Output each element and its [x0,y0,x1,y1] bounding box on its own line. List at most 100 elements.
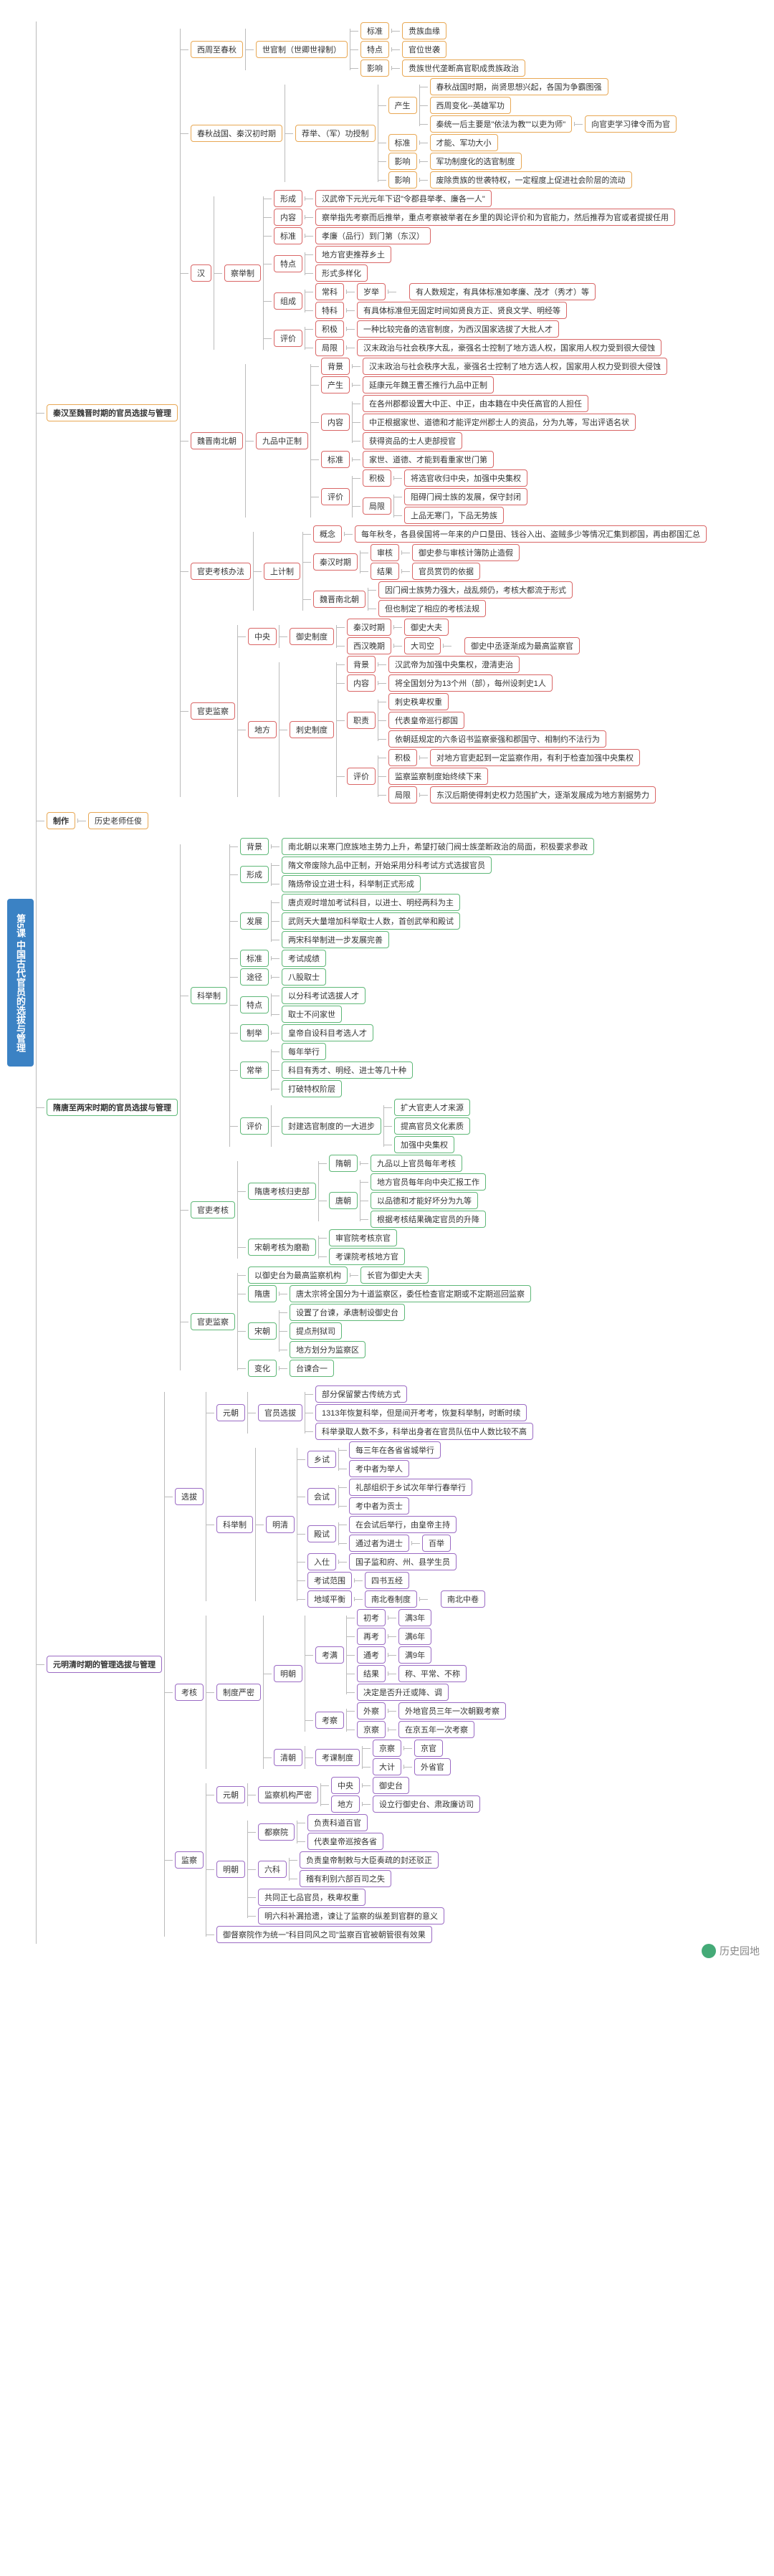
node-leaf: 以分科考试选拔人才 [282,987,366,1004]
node-label: 九品中正制 [256,432,308,449]
node-label: 秦汉时期 [347,619,391,636]
node-leaf: 在会试后举行，由皇帝主持 [349,1516,457,1533]
node-label: 评价 [274,330,302,347]
node-label: 结果 [357,1665,386,1682]
node-label: 特点 [240,996,269,1013]
node-label: 积极 [315,320,344,338]
node-leaf: 封建选官制度的一大进步 [282,1117,381,1135]
node-label: 上计制 [264,563,300,580]
node-leaf: 决定是否升迁或降、调 [357,1684,449,1701]
node-label: 考满 [315,1646,344,1664]
node-leaf: 秦统一后主要是"依法为教""以吏为师" [430,115,573,133]
node-leaf: 在各州郡都设置大中正、中正，由本籍在中央任高官的人担任 [363,395,588,412]
logo-icon [702,1944,716,1958]
node-leaf: 将全国划分为13个州（部），每州设刺史1人 [388,674,553,692]
node-leaf: 岁举 [357,283,386,300]
node-leaf: 地方划分为监察区 [290,1341,366,1358]
node-leaf: 西周变化--英雄军功 [430,97,511,114]
node-tail: 长官为御史大夫 [360,1266,429,1284]
node-label: 形成 [240,866,269,883]
node-leaf: 汉末政治与社会秩序大乱，豪强名士控制了地方选人权，国家用人权力受到很大侵蚀 [357,339,661,356]
node-leaf: 以御史台为最高监察机构 [248,1266,348,1284]
node-tail: 御史中丞逐渐成为最高监察官 [464,637,580,654]
node-leaf: 家世、道德、才能到看重家世门第 [363,451,494,468]
node-leaf: 外省官 [414,1758,451,1775]
node-label: 京察 [357,1721,386,1738]
node-leaf: 废除贵族的世袭特权，一定程度上促进社会阶层的流动 [430,171,632,189]
node-leaf: 皇帝自设科目考选人才 [282,1024,373,1041]
node-leaf: 形式多样化 [315,264,368,282]
node-leaf: 代表皇帝巡行郡国 [388,712,464,729]
node-label: 局限 [315,339,344,356]
node-label: 制度严密 [216,1684,261,1701]
node-label: 标准 [321,451,350,468]
node-label: 官吏监察 [191,1313,235,1330]
node-leaf: 御史大夫 [404,619,449,636]
node-label: 考课制度 [315,1749,360,1766]
node-label: 会试 [307,1488,336,1505]
node-label: 地方 [248,721,277,738]
node-leaf: 四书五经 [365,1572,409,1589]
node-leaf: 考中者为举人 [349,1460,409,1477]
node-label: 科举制 [191,987,227,1004]
node-label: 局限 [363,497,391,515]
node-leaf: 上品无寒门，下品无势族 [404,507,504,524]
node-label: 都察院 [258,1823,295,1841]
node-label: 明朝 [274,1665,302,1682]
node-label: 科举制 [216,1516,253,1533]
node-label: 审核 [371,544,399,561]
watermark-text: 历史园地 [720,1944,760,1958]
node-leaf: 获得资品的士人吏部授官 [363,432,462,449]
node-leaf: 明六科补漏拾遗，谏让了监察的纵差到官群的意义 [258,1907,444,1924]
node-leaf: 通过者为进士 [349,1535,409,1552]
node-leaf: 中正根据家世、道德和才能评定州郡士人的资品，分为九等，写出评语名状 [363,414,636,431]
node-label: 途径 [240,968,269,986]
node-label: 地域平衡 [307,1590,352,1608]
node-leaf: 国子监和府、州、县学生员 [349,1553,457,1570]
node-leaf: 共同正七品官员，秩卑权重 [258,1889,366,1906]
node-leaf: 贵族血缘 [402,22,446,39]
node-leaf: 九品以上官员每年考核 [371,1155,462,1172]
mindmap-container: 第5课 中国古代官员的选拔与管理 秦汉至魏晋时期的官员选拔与管理西周至春秋世官制… [0,0,774,1965]
node-leaf: 军功制度化的选官制度 [430,153,522,170]
node-label: 制举 [240,1024,269,1041]
node-leaf: 延康元年魏王曹丕推行九品中正制 [363,376,494,393]
node-leaf: 考试成绩 [282,950,326,967]
node-tail: 向官吏学习律令而为官 [585,115,677,133]
node-label: 职责 [347,712,376,729]
node-label: 魏晋南北朝 [313,591,366,608]
node-label: 局限 [388,786,417,803]
node-label: 考核 [175,1684,204,1701]
node-leaf: 才能、军功大小 [430,134,498,151]
node-label: 内容 [321,414,350,431]
node-leaf: 考课院考核地方官 [329,1248,405,1265]
node-label: 标准 [274,227,302,244]
node-leaf: 提点刑狱司 [290,1322,342,1340]
node-tail: 百举 [422,1535,451,1552]
node-leaf: 因门阀士族势力强大，战乱频仍，考核大都流于形式 [378,581,573,598]
section-leaf: 历史老师任俊 [88,812,148,829]
node-leaf: 部分保留蒙古传统方式 [315,1385,407,1403]
node-leaf: 但也制定了相应的考核法规 [378,600,486,617]
node-label: 形成 [274,190,302,207]
node-leaf: 南北卷制度 [365,1590,417,1608]
node-leaf: 御督察院作为统一"科目同风之司"监察百官被朝管很有效果 [216,1926,432,1943]
node-leaf: 审官院考核京官 [329,1229,397,1246]
node-leaf: 唐太宗将全国分为十道监察区，委任检查官定期或不定期巡回监察 [290,1285,531,1302]
node-tail: 南北中卷 [441,1590,485,1608]
node-label: 西周至春秋 [191,41,243,58]
node-label: 再考 [357,1628,386,1645]
node-label: 宋朝考核为磨勘 [248,1239,316,1256]
section-title: 秦汉至魏晋时期的官员选拔与管理 [47,404,178,421]
node-leaf: 科目有秀才、明经、进士等几十种 [282,1062,413,1079]
node-leaf: 扩大官吏人才来源 [394,1099,470,1116]
node-label: 常举 [240,1062,269,1079]
node-label: 外察 [357,1702,386,1719]
main-tree: 秦汉至魏晋时期的官员选拔与管理西周至春秋世官制（世卿世禄制）标准贵族血缘特点官位… [36,14,707,1951]
node-leaf: 刺史秩卑权重 [388,693,449,710]
node-leaf: 每年秋冬，各县侯国将一年来的户口垦田、钱谷入出、盗贼多少等情况汇集到郡国，再由郡… [355,525,707,543]
node-label: 选拔 [175,1488,204,1505]
section-title: 制作 [47,812,75,829]
node-leaf: 春秋战国时期，尚贤思想兴起，各国为争霸图强 [430,78,608,95]
node-label: 背景 [321,358,350,375]
